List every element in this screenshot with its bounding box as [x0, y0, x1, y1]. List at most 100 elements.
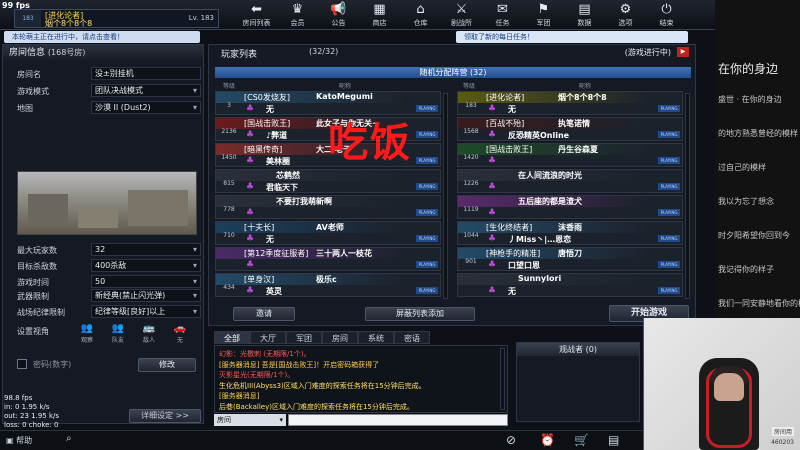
player-name: KatoMegumi — [316, 92, 373, 101]
slot-banner — [458, 274, 682, 285]
player-clan: [CS0发烧友] — [244, 93, 290, 102]
nav-button-legion[interactable]: ⚑ 军团 — [523, 2, 564, 29]
alarm-icon[interactable]: ⏰ — [540, 433, 555, 447]
help-button[interactable]: ▣ 帮助 — [6, 435, 32, 446]
player-slot[interactable]: 1226 在人间流浪的时光 ♣ PLAYING — [457, 169, 683, 193]
team-b-scrollbar[interactable] — [685, 93, 690, 299]
player-slot[interactable]: SunnyIori ♣ 无 PLAYING — [457, 273, 683, 297]
nav-button-megaphone[interactable]: 📢 公告 — [318, 2, 359, 29]
nav-label: 商店 — [372, 19, 387, 27]
view-option-3[interactable]: 🚗 无 — [166, 323, 194, 347]
view-option-1[interactable]: 👥 队友 — [104, 323, 132, 347]
player-clan: [国战击败王] — [486, 145, 533, 154]
field-dropdown[interactable]: 50 — [91, 275, 201, 288]
player-clan: [国战击败王] — [244, 119, 291, 128]
player-slot[interactable]: 901 [神枪手的精准] 唐悟刀 ♣ 口望口恩 PLAYING — [457, 247, 683, 271]
player-clan: [第12季度征服者] — [244, 249, 309, 258]
player-slot[interactable]: 1044 [生化终结者] 沫香雨 ♣ 丿Miss丶|…恩恋 PLAYING — [457, 221, 683, 245]
detail-settings-button[interactable]: 详细设定 >> — [129, 409, 201, 423]
player-name: 丹生谷森夏 — [558, 145, 598, 154]
player-slot[interactable]: 815 芯鹤然 ♣ 君临天下 PLAYING — [215, 169, 441, 193]
player-slot[interactable]: [第12季度征服者] 三十两人一枝花 ♣ PLAYING — [215, 247, 441, 271]
chat-tab-2[interactable]: 军团 — [286, 331, 322, 344]
chat-tab-5[interactable]: 密语 — [394, 331, 430, 344]
view-option-icon: 👥 — [111, 323, 125, 334]
legion-icon: ⚑ — [537, 2, 550, 17]
side-chat-line: 的地方熟悉曾经的模样 — [718, 129, 798, 138]
field-dropdown[interactable]: 新经典(禁止闪光弹) — [91, 289, 201, 302]
player-list-panel: 玩家列表 (32/32) (游戏进行中) ▶ 随机分配阵营 (32) 等级 昵称… — [208, 44, 696, 326]
field-label: 游戏时间 — [17, 278, 49, 287]
shop-icon: ▦ — [373, 2, 386, 17]
col-rank-b: 等级 — [463, 83, 476, 90]
play-icon[interactable]: ▶ — [677, 47, 689, 57]
room-field-rows-0: 房间名 没±别挂机 — [7, 67, 202, 81]
player-subtitle: 丿Miss丶|…恩恋 — [508, 235, 572, 244]
stream-side-chat: 在你的身边 盛世 · 在你的身边 的地方熟悉曾经的模样 过自己的模样 我以为忘了想念 时夕… — [715, 0, 800, 318]
chat-scrollbar[interactable] — [500, 348, 505, 410]
player-card[interactable]: 183 [进化论者] 烟个8个8个8 Lv. 183 — [14, 9, 219, 28]
notice-banner-right[interactable]: 领取了新的每日任务！ — [456, 31, 688, 43]
random-assign-button[interactable]: 随机分配阵营 (32) — [215, 67, 691, 78]
team-a-scrollbar[interactable] — [443, 93, 448, 299]
player-slot[interactable]: 1420 [国战击败王] 丹生谷森夏 ♣ PLAYING — [457, 143, 683, 167]
nav-button-mission[interactable]: ✉ 任务 — [482, 2, 523, 29]
nav-button-power[interactable]: ⏻ 结束 — [646, 2, 687, 29]
chat-input[interactable] — [288, 414, 508, 426]
field-dropdown[interactable]: 32 — [91, 243, 201, 256]
nav-button-crown[interactable]: ♛ 会员 — [277, 2, 318, 29]
nav-button-back-arrow[interactable]: ⬅ 房间列表 — [236, 2, 277, 29]
spectator-title: 观战者 (0) — [517, 343, 639, 356]
player-rank — [218, 258, 240, 270]
field-input[interactable]: 没±别挂机 — [91, 67, 201, 80]
nav-label: 仓库 — [413, 19, 428, 27]
platform-icon: PLAYING — [416, 287, 438, 294]
player-subtitle: 无 — [266, 105, 274, 114]
player-name: 极乐c — [316, 275, 337, 284]
password-checkbox[interactable] — [17, 359, 27, 369]
search-icon[interactable]: ⌕ — [66, 433, 72, 444]
player-slot[interactable]: 778 不要打我萌新啊 ♣ PLAYING — [215, 195, 441, 219]
block-list-add-button[interactable]: 屏蔽列表添加 — [365, 307, 475, 321]
cart-icon[interactable]: 🛒 — [574, 433, 589, 447]
player-slot[interactable]: 1119 五后座的都是渣犬 ♣ PLAYING — [457, 195, 683, 219]
platform-icon: PLAYING — [658, 105, 680, 112]
room-field-rows-1: 游戏模式 团队决战模式 — [7, 84, 202, 98]
field-label: 武器限制 — [17, 292, 49, 301]
field-dropdown[interactable]: 400杀敌 — [91, 259, 201, 272]
chat-channel-select[interactable]: 房间 ▾ — [214, 414, 286, 426]
player-slot[interactable]: 434 [单身汉] 极乐c ♣ 英灵 PLAYING — [215, 273, 441, 297]
nav-button-warehouse[interactable]: ⌂ 仓库 — [400, 2, 441, 29]
field-dropdown[interactable]: 纪律等级[良好]以上 — [91, 305, 201, 318]
emblem-icon: ♣ — [246, 208, 255, 218]
chat-tab-1[interactable]: 大厅 — [250, 331, 286, 344]
view-option-0[interactable]: 👥 观察 — [73, 323, 101, 347]
chat-tab-3[interactable]: 房间 — [322, 331, 358, 344]
col-name-b: 昵称 — [579, 83, 592, 90]
field-dropdown[interactable]: 沙漠 II (Dust2) — [91, 101, 201, 114]
nav-button-shop[interactable]: ▦ 商店 — [359, 2, 400, 29]
modify-button[interactable]: 修改 — [138, 358, 196, 372]
player-count: (32/32) — [309, 47, 339, 56]
chat-tab-4[interactable]: 系统 — [358, 331, 394, 344]
chat-tabs: 全部 大厅 军团 房间 系统 密语 — [214, 331, 430, 344]
nav-label: 选项 — [618, 19, 633, 27]
nav-button-data[interactable]: ▤ 数据 — [564, 2, 605, 29]
map-preview-image — [17, 171, 197, 235]
chat-tab-0[interactable]: 全部 — [214, 331, 250, 344]
player-slot[interactable]: 710 [十夫长] AV老师 ♣ 无 PLAYING — [215, 221, 441, 245]
field-dropdown[interactable]: 团队决战模式 — [91, 84, 201, 97]
notice-banner-left[interactable]: 本轮萌主正在进行中，请点击查看！ — [4, 31, 200, 43]
compass-icon[interactable]: ⊘ — [506, 433, 516, 447]
inventory-icon[interactable]: ▤ — [608, 433, 619, 447]
player-slot[interactable]: 1568 [百战不殆] 执笔诺情 ♣ 反恐精英Online PLAYING — [457, 117, 683, 141]
player-slot[interactable]: 183 [进化论者] 烟个8个8个8 ♣ 无 PLAYING — [457, 91, 683, 115]
view-option-2[interactable]: 🚌 敌人 — [135, 323, 163, 347]
chat-log: 幻影：光檄刺 (无期限/1个)。 [服务器消息] 吾是[国战击败王]！开启密码箱获… — [214, 345, 508, 413]
megaphone-icon: 📢 — [330, 2, 347, 17]
nav-button-battle[interactable]: ⚔ 剧战所 — [441, 2, 482, 29]
platform-icon: PLAYING — [416, 105, 438, 112]
nav-button-gear[interactable]: ⚙ 选项 — [605, 2, 646, 29]
player-rank — [460, 284, 482, 296]
invite-button[interactable]: 邀请 — [233, 307, 295, 321]
